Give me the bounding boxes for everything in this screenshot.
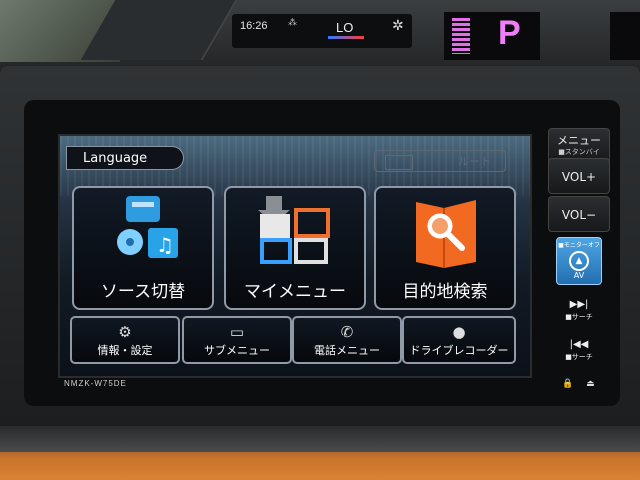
av-key[interactable]: ■モニターオフ ▲ AV xyxy=(556,237,602,285)
lock-icon: 🔒 xyxy=(562,379,574,389)
navigation-arrow-icon: ▲ xyxy=(569,251,589,271)
next-track-key[interactable]: ▶▶| ■サーチ xyxy=(556,298,602,326)
eject-icon[interactable]: ⏏ xyxy=(586,379,595,389)
previous-track-icon: |◀◀ xyxy=(569,339,589,350)
sub-menu-icon: ▭ xyxy=(229,323,245,341)
clock-readout: 16:26 xyxy=(240,20,268,32)
drive-recorder-button[interactable]: ● ドライブレコーダー xyxy=(402,316,516,364)
dashboard: 16:26 ⁂ LO ✲ P xyxy=(0,0,640,70)
fan-icon: ✲ xyxy=(392,18,404,34)
language-button[interactable]: Language xyxy=(66,146,184,170)
climate-display: 16:26 ⁂ LO ✲ xyxy=(232,14,412,48)
my-menu-label: マイメニュー xyxy=(244,282,346,302)
source-switch-button[interactable]: ♫ ソース切替 xyxy=(72,186,214,310)
drive-recorder-label: ドライブレコーダー xyxy=(409,344,509,357)
my-menu-button[interactable]: マイメニュー xyxy=(224,186,366,310)
seat-icon: ⁂ xyxy=(288,18,297,28)
route-icon xyxy=(385,155,413,170)
destination-search-icon xyxy=(416,200,476,268)
next-track-icon: ▶▶| xyxy=(569,299,589,310)
source-switch-icon: ♫ xyxy=(117,196,178,258)
av-key-sublabel: ■モニターオフ xyxy=(558,242,600,249)
gear-indicator: P xyxy=(498,14,521,52)
gear-icon: ⚙ xyxy=(118,323,132,341)
gear-display: P xyxy=(444,12,540,60)
menu-key-label: メニュー xyxy=(557,134,601,147)
menu-key-sublabel: ■スタンバイ xyxy=(558,148,600,156)
lock-eject-area[interactable]: 🔒 ⏏ xyxy=(562,379,602,391)
my-menu-icon xyxy=(258,196,330,264)
temperature-bar xyxy=(328,36,364,39)
svg-text:♫: ♫ xyxy=(156,233,174,257)
source-switch-label: ソース切替 xyxy=(100,282,186,302)
route-label: ルート xyxy=(458,155,491,168)
fuel-gauge-icon xyxy=(452,18,470,54)
dash-trim-lower xyxy=(0,426,640,452)
sub-menu-button[interactable]: ▭ サブメニュー xyxy=(182,316,292,364)
destination-search-label: 目的地検索 xyxy=(402,282,488,302)
previous-track-key[interactable]: |◀◀ ■サーチ xyxy=(556,338,602,366)
next-track-sublabel: ■サーチ xyxy=(565,313,593,321)
sub-menu-label: サブメニュー xyxy=(204,344,270,357)
touch-screen: Language ルート ♫ ソース切替 マイメニュー 目的地検索 ⚙ 情報・設… xyxy=(58,134,532,378)
previous-track-sublabel: ■サーチ xyxy=(565,353,593,361)
info-settings-label: 情報・設定 xyxy=(97,344,153,357)
phone-menu-button[interactable]: ✆ 電話メニュー xyxy=(292,316,402,364)
destination-search-button[interactable]: 目的地検索 xyxy=(374,186,516,310)
phone-icon: ✆ xyxy=(340,323,354,341)
speed-display xyxy=(610,12,640,60)
model-number: NMZK-W75DE xyxy=(64,379,127,388)
volume-up-key[interactable]: VOL+ xyxy=(548,158,610,194)
volume-up-label: VOL+ xyxy=(561,170,597,184)
phone-menu-label: 電話メニュー xyxy=(314,344,380,357)
av-key-label: AV xyxy=(573,271,585,280)
temperature-readout: LO xyxy=(336,20,354,35)
route-button[interactable]: ルート xyxy=(374,150,506,172)
info-settings-button[interactable]: ⚙ 情報・設定 xyxy=(70,316,180,364)
volume-down-label: VOL− xyxy=(561,208,597,222)
camera-icon: ● xyxy=(452,323,466,341)
volume-down-key[interactable]: VOL− xyxy=(548,196,610,232)
